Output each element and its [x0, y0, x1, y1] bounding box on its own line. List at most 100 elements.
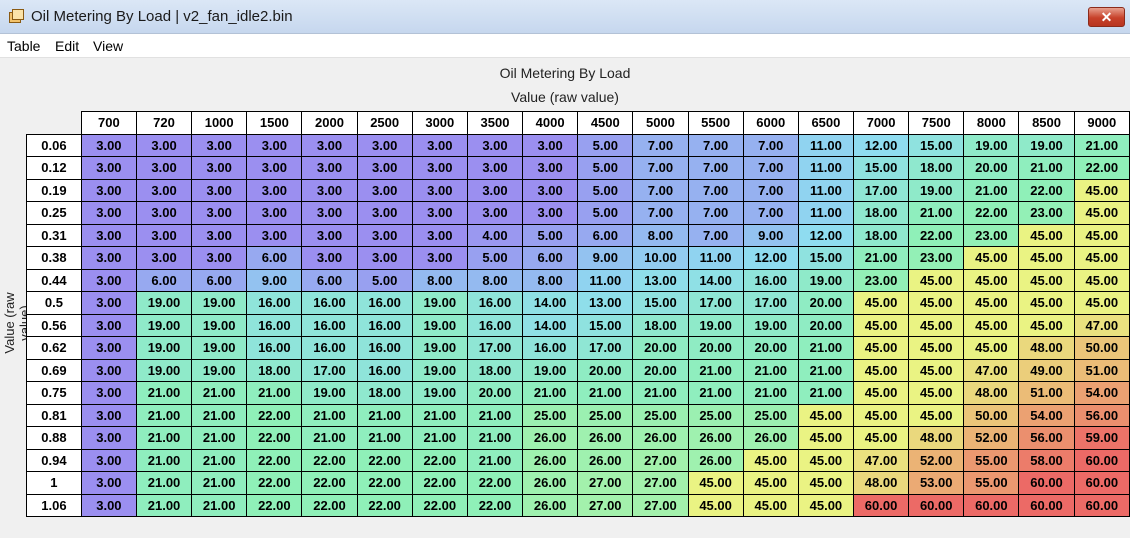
- table-cell[interactable]: 45.00: [852, 336, 910, 360]
- table-cell[interactable]: 7.00: [742, 133, 799, 157]
- table-cell[interactable]: 45.00: [908, 358, 965, 382]
- table-cell[interactable]: 21.00: [522, 381, 579, 405]
- table-cell[interactable]: 47.00: [963, 358, 1020, 382]
- table-cell[interactable]: 22.00: [246, 493, 303, 517]
- table-cell[interactable]: 22.00: [301, 471, 358, 495]
- table-cell[interactable]: 45.00: [963, 336, 1020, 360]
- table-cell[interactable]: 45.00: [1018, 268, 1075, 292]
- table-cell[interactable]: 3.00: [246, 133, 303, 157]
- table-cell[interactable]: 48.00: [852, 471, 910, 495]
- table-cell[interactable]: 20.00: [742, 336, 799, 360]
- table-cell[interactable]: 19.00: [411, 336, 468, 360]
- table-cell[interactable]: 21.00: [191, 471, 248, 495]
- table-cell[interactable]: 7.00: [687, 133, 744, 157]
- table-cell[interactable]: 19.00: [191, 291, 248, 315]
- table-cell[interactable]: 45.00: [908, 403, 965, 427]
- table-cell[interactable]: 6.00: [522, 246, 579, 270]
- table-cell[interactable]: 20.00: [466, 381, 524, 405]
- table-cell[interactable]: 3.00: [80, 358, 137, 382]
- table-cell[interactable]: 7.00: [687, 223, 744, 247]
- table-cell[interactable]: 60.00: [908, 493, 965, 517]
- table-cell[interactable]: 21.00: [246, 381, 303, 405]
- row-header[interactable]: 0.56: [26, 313, 82, 337]
- table-cell[interactable]: 16.00: [466, 313, 524, 337]
- table-cell[interactable]: 20.00: [632, 358, 689, 382]
- row-header[interactable]: 0.5: [26, 291, 82, 315]
- table-cell[interactable]: 59.00: [1073, 426, 1130, 450]
- column-header[interactable]: 5500: [687, 111, 744, 135]
- table-cell[interactable]: 26.00: [742, 426, 799, 450]
- table-cell[interactable]: 21.00: [135, 471, 193, 495]
- table-cell[interactable]: 25.00: [522, 403, 579, 427]
- table-cell[interactable]: 7.00: [632, 156, 689, 180]
- table-cell[interactable]: 26.00: [522, 426, 579, 450]
- table-cell[interactable]: 60.00: [1073, 493, 1130, 517]
- table-cell[interactable]: 55.00: [963, 448, 1020, 472]
- table-cell[interactable]: 16.00: [356, 313, 413, 337]
- table-cell[interactable]: 22.00: [356, 493, 413, 517]
- table-cell[interactable]: 3.00: [356, 201, 413, 225]
- table-cell[interactable]: 48.00: [908, 426, 965, 450]
- column-header[interactable]: 7000: [852, 111, 910, 135]
- table-cell[interactable]: 12.00: [742, 246, 799, 270]
- table-cell[interactable]: 45.00: [963, 313, 1020, 337]
- table-cell[interactable]: 3.00: [191, 223, 248, 247]
- table-cell[interactable]: 22.00: [246, 403, 303, 427]
- row-header[interactable]: 0.94: [26, 448, 82, 472]
- table-cell[interactable]: 45.00: [1073, 291, 1130, 315]
- table-cell[interactable]: 20.00: [797, 313, 854, 337]
- row-header[interactable]: 0.81: [26, 403, 82, 427]
- table-cell[interactable]: 60.00: [963, 493, 1020, 517]
- table-cell[interactable]: 54.00: [1018, 403, 1075, 427]
- table-cell[interactable]: 22.00: [246, 448, 303, 472]
- table-cell[interactable]: 20.00: [577, 358, 634, 382]
- column-header[interactable]: 8500: [1018, 111, 1075, 135]
- table-cell[interactable]: 25.00: [742, 403, 799, 427]
- column-header[interactable]: 4000: [522, 111, 579, 135]
- table-cell[interactable]: 45.00: [687, 471, 744, 495]
- table-cell[interactable]: 18.00: [852, 201, 910, 225]
- table-cell[interactable]: 50.00: [963, 403, 1020, 427]
- table-cell[interactable]: 5.00: [466, 246, 524, 270]
- table-cell[interactable]: 48.00: [963, 381, 1020, 405]
- table-cell[interactable]: 3.00: [356, 223, 413, 247]
- table-cell[interactable]: 22.00: [356, 448, 413, 472]
- table-cell[interactable]: 22.00: [301, 493, 358, 517]
- table-cell[interactable]: 22.00: [1018, 178, 1075, 202]
- column-header[interactable]: 7500: [908, 111, 965, 135]
- table-cell[interactable]: 11.00: [797, 201, 854, 225]
- table-cell[interactable]: 45.00: [797, 403, 854, 427]
- table-cell[interactable]: 3.00: [191, 178, 248, 202]
- table-cell[interactable]: 21.00: [356, 403, 413, 427]
- table-cell[interactable]: 60.00: [1073, 448, 1130, 472]
- table-cell[interactable]: 18.00: [246, 358, 303, 382]
- table-cell[interactable]: 3.00: [135, 178, 193, 202]
- table-cell[interactable]: 3.00: [80, 201, 137, 225]
- table-cell[interactable]: 3.00: [80, 448, 137, 472]
- table-cell[interactable]: 3.00: [301, 133, 358, 157]
- table-cell[interactable]: 3.00: [80, 493, 137, 517]
- table-cell[interactable]: 45.00: [1018, 313, 1075, 337]
- table-cell[interactable]: 17.00: [301, 358, 358, 382]
- table-cell[interactable]: 21.00: [466, 426, 524, 450]
- table-cell[interactable]: 45.00: [742, 448, 799, 472]
- table-cell[interactable]: 21.00: [135, 426, 193, 450]
- table-cell[interactable]: 6.00: [135, 268, 193, 292]
- table-cell[interactable]: 45.00: [797, 471, 854, 495]
- menu-table[interactable]: Table: [7, 38, 40, 54]
- table-cell[interactable]: 3.00: [301, 223, 358, 247]
- table-cell[interactable]: 27.00: [632, 448, 689, 472]
- table-cell[interactable]: 21.00: [797, 381, 854, 405]
- table-cell[interactable]: 23.00: [1018, 201, 1075, 225]
- table-cell[interactable]: 16.00: [301, 313, 358, 337]
- table-cell[interactable]: 3.00: [80, 336, 137, 360]
- table-cell[interactable]: 21.00: [135, 448, 193, 472]
- table-cell[interactable]: 11.00: [797, 133, 854, 157]
- table-cell[interactable]: 11.00: [797, 156, 854, 180]
- table-cell[interactable]: 17.00: [687, 291, 744, 315]
- table-cell[interactable]: 17.00: [577, 336, 634, 360]
- table-cell[interactable]: 19.00: [797, 268, 854, 292]
- table-cell[interactable]: 3.00: [356, 246, 413, 270]
- table-cell[interactable]: 7.00: [687, 156, 744, 180]
- row-header[interactable]: 0.69: [26, 358, 82, 382]
